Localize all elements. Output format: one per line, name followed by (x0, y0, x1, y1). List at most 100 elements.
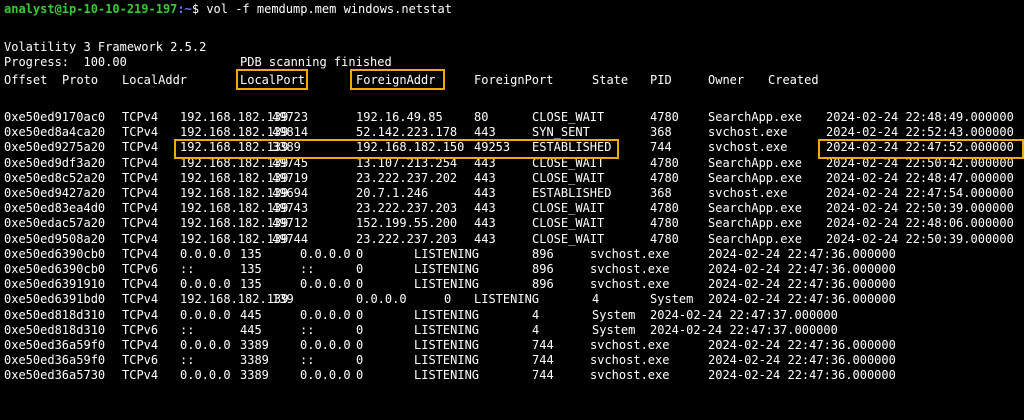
cell-foreign-addr: 192.16.49.85 (356, 110, 443, 124)
cell-foreign-addr: :: (300, 353, 315, 368)
cell-created: 2024-02-24 22:47:36.000000 (708, 353, 896, 368)
cell-offset: 0xe50ed818d310 (4, 307, 106, 322)
cell-owner: svchost.exe (708, 125, 788, 140)
cell-offset: 0xe50ed36a59f0 (4, 353, 106, 368)
cell-pid: 4780 (650, 231, 679, 246)
cell-proto: TCPv4 (122, 201, 159, 216)
progress-value: 100.00 (83, 55, 127, 69)
cell-pid: 4780 (650, 201, 679, 216)
cell-owner: svchost.exe (590, 368, 670, 383)
cell-offset: 0xe50ed9df3a20 (4, 155, 106, 170)
cell-created: 2024-02-24 22:47:36.000000 (708, 262, 896, 276)
cell-created: 2024-02-24 22:52:43.000000 (826, 125, 1014, 140)
cell-pid: 4780 (650, 110, 679, 124)
cell-local-port: 135 (240, 277, 262, 292)
cell-pid: 4 (592, 292, 600, 307)
cell-created: 2024-02-24 22:48:06.000000 (826, 216, 1014, 231)
cell-foreign-addr: 20.7.1.246 (356, 186, 429, 200)
cell-local-port: 3389 (240, 353, 269, 368)
cell-local-port: 445 (240, 307, 262, 322)
cell-local-port: 49744 (272, 231, 309, 246)
cell-proto: TCPv4 (122, 216, 159, 231)
cell-state: CLOSE_WAIT (532, 110, 605, 124)
cell-foreign-port: 0 (356, 246, 364, 261)
cell-proto: TCPv4 (122, 307, 159, 322)
cell-foreign-port: 443 (474, 201, 496, 216)
cell-created: 2024-02-24 22:48:47.000000 (826, 170, 1014, 185)
command-text: vol -f memdump.mem windows.netstat (206, 2, 452, 16)
cell-pid: 896 (532, 246, 554, 261)
cell-offset: 0xe50ed8c52a20 (4, 170, 106, 185)
version-line: Volatility 3 Framework 2.5.2 (4, 40, 207, 54)
cell-local-addr: 0.0.0.0 (180, 338, 231, 352)
cell-offset: 0xe50ed9275a20 (4, 140, 106, 155)
highlight-box-created-time (818, 139, 1024, 159)
cell-created: 2024-02-24 22:50:39.000000 (826, 201, 1014, 216)
cell-foreign-port: 0 (356, 322, 364, 337)
cell-local-port: 49743 (272, 201, 309, 216)
cell-proto: TCPv6 (122, 322, 159, 337)
cell-local-port: 135 (240, 246, 262, 261)
cell-foreign-addr: 0.0.0.0 (300, 307, 351, 322)
cell-foreign-port: 443 (474, 216, 496, 231)
cell-pid: 896 (532, 277, 554, 292)
cell-offset: 0xe50ed36a59f0 (4, 338, 106, 352)
cell-state: CLOSE_WAIT (532, 231, 605, 246)
cell-state: ESTABLISHED (532, 186, 612, 200)
cell-owner: System (592, 322, 636, 337)
cell-foreign-addr: 0.0.0.0 (356, 292, 407, 307)
cell-offset: 0xe50ed9170ac0 (4, 110, 106, 124)
cell-foreign-port: 443 (474, 125, 496, 140)
highlight-box-foreignaddr-header (350, 69, 445, 90)
cell-pid: 4 (532, 322, 540, 337)
cell-proto: TCPv4 (122, 368, 159, 383)
cell-proto: TCPv4 (122, 277, 159, 292)
cell-created: 2024-02-24 22:47:36.000000 (708, 292, 896, 307)
cell-created: 2024-02-24 22:48:49.000000 (826, 110, 1014, 124)
cell-state: LISTENING (414, 353, 480, 368)
cell-offset: 0xe50ed8a4ca20 (4, 125, 106, 140)
cell-foreign-addr: 0.0.0.0 (300, 368, 351, 383)
cell-foreign-port: 443 (474, 231, 496, 246)
terminal-window[interactable]: analyst@ip-10-10-219-197:~$ vol -f memdu… (0, 0, 1024, 420)
cell-foreign-addr: 52.142.223.178 (356, 125, 458, 140)
cell-offset: 0xe50ed6391bd0 (4, 292, 106, 307)
cell-state: LISTENING (414, 246, 480, 261)
cell-owner: svchost.exe (590, 246, 670, 261)
cell-foreign-port: 0 (356, 368, 364, 383)
cell-state: CLOSE_WAIT (532, 201, 605, 216)
cell-owner: svchost.exe (590, 262, 670, 276)
progress-line: Progress: 100.00 (4, 55, 127, 70)
cell-state: LISTENING (414, 277, 480, 292)
cell-proto: TCPv4 (122, 155, 159, 170)
command-prompt-line: analyst@ip-10-10-219-197:~$ vol -f memdu… (4, 2, 452, 17)
cell-offset: 0xe50ed6390cb0 (4, 262, 106, 276)
cell-foreign-port: 0 (356, 338, 364, 352)
highlight-box-localport-header (236, 69, 308, 90)
cell-offset: 0xe50ed818d310 (4, 322, 106, 337)
header-proto: Proto (62, 73, 99, 87)
cell-owner: System (650, 292, 694, 307)
cell-owner: svchost.exe (590, 277, 670, 292)
cell-created: 2024-02-24 22:47:37.000000 (650, 307, 838, 322)
cell-offset: 0xe50ed9427a20 (4, 186, 106, 200)
cell-state: LISTENING (414, 338, 480, 352)
cell-local-port: 49712 (272, 216, 309, 231)
cell-foreign-addr: 0.0.0.0 (300, 338, 351, 352)
header-state: State (592, 73, 629, 87)
cell-pid: 896 (532, 262, 554, 276)
progress-label: Progress: (4, 55, 70, 69)
cell-pid: 368 (650, 186, 672, 200)
cell-pid: 4780 (650, 216, 679, 231)
cell-foreign-addr: 23.222.237.203 (356, 201, 458, 216)
header-pid: PID (650, 73, 672, 87)
prompt-symbol: $ (191, 2, 200, 16)
cell-foreign-addr: 0.0.0.0 (300, 277, 351, 292)
header-created: Created (768, 73, 819, 87)
cell-created: 2024-02-24 22:47:36.000000 (708, 368, 896, 383)
cell-foreign-port: 0 (356, 277, 364, 292)
cell-proto: TCPv4 (122, 338, 159, 352)
cell-foreign-port: 443 (474, 186, 496, 200)
cell-foreign-addr: :: (300, 322, 315, 337)
cell-created: 2024-02-24 22:47:36.000000 (708, 338, 896, 352)
